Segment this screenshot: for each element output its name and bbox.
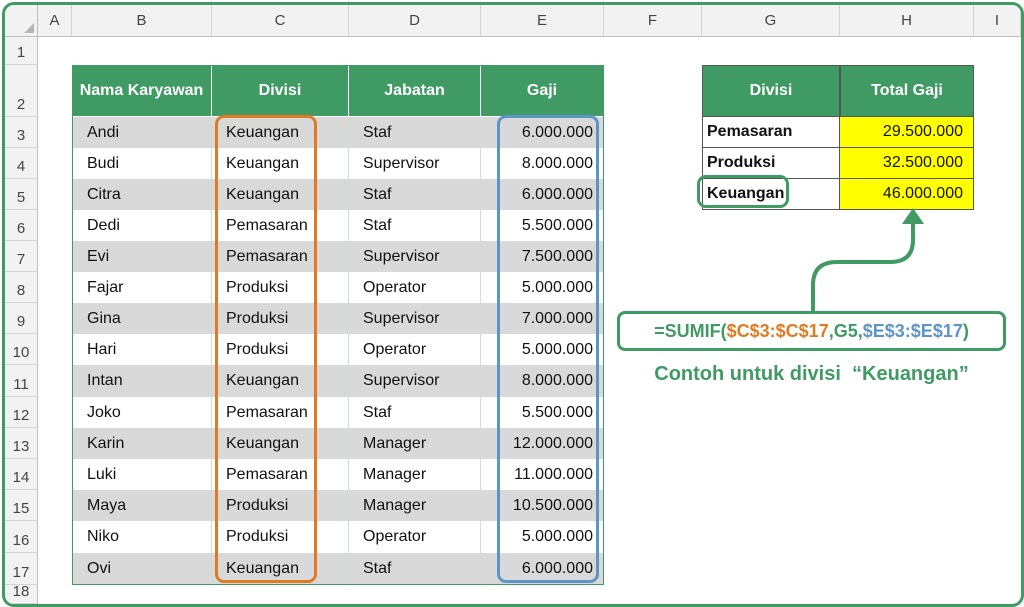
header-divisi: Divisi xyxy=(212,65,349,117)
row-header-5[interactable]: 5 xyxy=(5,179,38,210)
row-header-1[interactable]: 1 xyxy=(5,37,38,65)
cell-jabatan[interactable]: Supervisor xyxy=(349,241,481,272)
row-header-3[interactable]: 3 xyxy=(5,117,38,148)
caption: Contoh untuk divisi “Keuangan” xyxy=(654,363,969,385)
formula-range: $C$3:$C$17 xyxy=(726,320,829,341)
row-header-11[interactable]: 11 xyxy=(5,365,38,397)
row-header-7[interactable]: 7 xyxy=(5,241,38,272)
cell-jabatan[interactable]: Operator xyxy=(349,521,481,553)
formula-sum-range: $E$3:$E$17 xyxy=(862,320,963,341)
row-header-10[interactable]: 10 xyxy=(5,334,38,365)
cell-nama[interactable]: Gina xyxy=(72,303,212,334)
column-header-e[interactable]: E xyxy=(481,5,604,37)
row-header-13[interactable]: 13 xyxy=(5,428,38,459)
column-header-d[interactable]: D xyxy=(349,5,481,37)
summary-total-cell[interactable]: 29.500.000 xyxy=(839,116,974,148)
column-header-f[interactable]: F xyxy=(604,5,702,37)
cell-nama[interactable]: Luki xyxy=(72,459,212,490)
cell-nama[interactable]: Budi xyxy=(72,148,212,179)
header-nama: Nama Karyawan xyxy=(72,65,212,117)
cell-nama[interactable]: Evi xyxy=(72,241,212,272)
cell-nama[interactable]: Maya xyxy=(72,490,212,521)
formula-criteria: G5 xyxy=(833,320,858,341)
select-all-corner[interactable] xyxy=(5,5,38,37)
row-header-18[interactable]: 18 xyxy=(5,583,38,604)
cell-jabatan[interactable]: Manager xyxy=(349,459,481,490)
row-header-2[interactable]: 2 xyxy=(5,65,38,117)
column-header-h[interactable]: H xyxy=(840,5,974,37)
cell-nama[interactable]: Andi xyxy=(72,117,212,148)
column-header-a[interactable]: A xyxy=(38,5,72,37)
spreadsheet-frame: ABCDEFGHI 1 2 3 4 5 6 7 8 9 10 11 12 13 14 15 16 17 18 Na… xyxy=(2,2,1024,607)
cell-nama[interactable]: Niko xyxy=(72,521,212,553)
cell-jabatan[interactable]: Staf xyxy=(349,553,481,585)
row-header-12[interactable]: 12 xyxy=(5,397,38,428)
arrow-connector xyxy=(811,208,924,312)
cell-nama[interactable]: Joko xyxy=(72,397,212,428)
cell-jabatan[interactable]: Staf xyxy=(349,179,481,210)
row-header-17[interactable]: 17 xyxy=(5,553,38,585)
divisi-range-highlight xyxy=(215,115,317,583)
cell-jabatan[interactable]: Operator xyxy=(349,334,481,365)
cell-nama[interactable]: Fajar xyxy=(72,272,212,303)
header-gaji: Gaji xyxy=(481,65,604,117)
row-header-9[interactable]: 9 xyxy=(5,303,38,334)
cell-jabatan[interactable]: Supervisor xyxy=(349,303,481,334)
column-header-g[interactable]: G xyxy=(702,5,840,37)
cell-nama[interactable]: Hari xyxy=(72,334,212,365)
cell-nama[interactable]: Citra xyxy=(72,179,212,210)
cell-nama[interactable]: Ovi xyxy=(72,553,212,585)
cell-jabatan[interactable]: Supervisor xyxy=(349,365,481,397)
cell-jabatan[interactable]: Supervisor xyxy=(349,148,481,179)
row-header-14[interactable]: 14 xyxy=(5,459,38,490)
row-header-6[interactable]: 6 xyxy=(5,210,38,241)
summary-header-divisi: Divisi xyxy=(702,65,840,117)
gaji-range-highlight xyxy=(497,115,599,583)
row-header-15[interactable]: 15 xyxy=(5,490,38,521)
cell-nama[interactable]: Intan xyxy=(72,365,212,397)
cell-jabatan[interactable]: Staf xyxy=(349,117,481,148)
cell-jabatan[interactable]: Staf xyxy=(349,210,481,241)
cell-nama[interactable]: Dedi xyxy=(72,210,212,241)
row-header-16[interactable]: 16 xyxy=(5,521,38,553)
summary-total-cell[interactable]: 32.500.000 xyxy=(839,147,974,179)
cell-nama[interactable]: Karin xyxy=(72,428,212,459)
formula-prefix: =SUMIF( xyxy=(654,320,727,341)
column-header-i[interactable]: I xyxy=(974,5,1021,37)
row-header-8[interactable]: 8 xyxy=(5,272,38,303)
formula-suffix: ) xyxy=(962,320,969,341)
criteria-cell-highlight xyxy=(697,175,789,208)
header-jabatan: Jabatan xyxy=(349,65,481,117)
formula-box: =SUMIF($C$3:$C$17, G5, $E$3:$E$17) xyxy=(617,311,1006,351)
cell-jabatan[interactable]: Operator xyxy=(349,272,481,303)
column-header-c[interactable]: C xyxy=(212,5,349,37)
column-header-b[interactable]: B xyxy=(72,5,212,37)
summary-divisi-cell[interactable]: Pemasaran xyxy=(702,116,840,148)
summary-header-total-gaji: Total Gaji xyxy=(840,65,974,117)
cell-jabatan[interactable]: Manager xyxy=(349,490,481,521)
cell-jabatan[interactable]: Manager xyxy=(349,428,481,459)
cell-jabatan[interactable]: Staf xyxy=(349,397,481,428)
row-header-4[interactable]: 4 xyxy=(5,148,38,179)
